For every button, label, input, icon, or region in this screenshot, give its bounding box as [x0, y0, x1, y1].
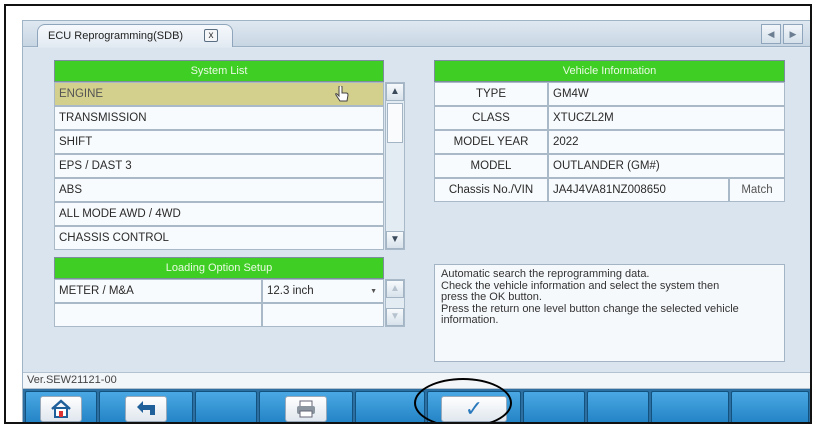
- next-tab-icon[interactable]: ▶: [783, 24, 803, 44]
- option-name-cell-empty: [54, 303, 262, 327]
- chevron-down-icon: ▼: [370, 288, 377, 295]
- app-screen: ECU Reprogramming(SDB) x ◀ ▶ System List…: [22, 20, 810, 422]
- vehicle-value-model: OUTLANDER (GM#): [548, 154, 785, 178]
- tab-label: ECU Reprogramming(SDB): [48, 30, 184, 42]
- loading-option-header: Loading Option Setup: [54, 257, 384, 279]
- close-icon[interactable]: x: [204, 29, 218, 42]
- return-button[interactable]: [99, 391, 193, 422]
- vehicle-info-header: Vehicle Information: [434, 60, 785, 82]
- scroll-thumb[interactable]: [387, 103, 403, 143]
- return-icon: [125, 396, 167, 422]
- system-item-awd-4wd[interactable]: ALL MODE AWD / 4WD: [54, 202, 384, 226]
- status-bar: Ver.SEW21121-00: [23, 372, 810, 389]
- toolbar-button-blank-3[interactable]: [523, 391, 585, 422]
- vehicle-label-vin: Chassis No./VIN: [434, 178, 548, 202]
- vehicle-value-class: XTUCZL2M: [548, 106, 785, 130]
- option-name-cell: METER / M&A: [54, 279, 262, 303]
- print-button[interactable]: [259, 391, 353, 422]
- checkmark-icon: ✓: [441, 396, 507, 422]
- scroll-up-icon[interactable]: ▲: [386, 83, 404, 101]
- scroll-up-icon[interactable]: ▲: [386, 280, 404, 298]
- home-icon: [40, 396, 82, 422]
- system-list-scrollbar[interactable]: ▲ ▼: [385, 82, 405, 250]
- vehicle-value-vin: JA4J4VA81NZ008650: [548, 178, 729, 202]
- system-list-header: System List: [54, 60, 384, 82]
- hand-cursor-icon: [335, 86, 349, 102]
- bottom-toolbar: ✓: [23, 389, 810, 422]
- home-button[interactable]: [25, 391, 97, 422]
- toolbar-button-blank-4[interactable]: [587, 391, 649, 422]
- vehicle-label-model: MODEL: [434, 154, 548, 178]
- option-value-select[interactable]: 12.3 inch ▼: [262, 279, 384, 303]
- vehicle-value-type: GM4W: [548, 82, 785, 106]
- tab-ecu-reprogramming[interactable]: ECU Reprogramming(SDB) x: [37, 24, 233, 47]
- prev-tab-icon[interactable]: ◀: [761, 24, 781, 44]
- toolbar-button-blank-6[interactable]: [731, 391, 809, 422]
- vehicle-label-type: TYPE: [434, 82, 548, 106]
- scroll-down-icon[interactable]: ▼: [386, 308, 404, 326]
- toolbar-button-blank-5[interactable]: [651, 391, 729, 422]
- option-value: 12.3 inch: [267, 285, 314, 297]
- system-item-chassis-control[interactable]: CHASSIS CONTROL: [54, 226, 384, 250]
- checkmark-glyph: ✓: [464, 396, 484, 421]
- system-item-eps-dast3[interactable]: EPS / DAST 3: [54, 154, 384, 178]
- system-item-transmission[interactable]: TRANSMISSION: [54, 106, 384, 130]
- option-value-cell-empty: [262, 303, 384, 327]
- instruction-message: Automatic search the reprogramming data.…: [434, 264, 785, 362]
- option-scrollbar[interactable]: ▲ ▼: [385, 279, 405, 327]
- instruction-text: Automatic search the reprogramming data.…: [441, 268, 739, 326]
- system-item-shift[interactable]: SHIFT: [54, 130, 384, 154]
- system-item-abs[interactable]: ABS: [54, 178, 384, 202]
- toolbar-button-blank-2[interactable]: [355, 391, 425, 422]
- vehicle-label-class: CLASS: [434, 106, 548, 130]
- scroll-down-icon[interactable]: ▼: [386, 231, 404, 249]
- version-label: Ver.SEW21121-00: [27, 374, 117, 386]
- vehicle-value-model-year: 2022: [548, 130, 785, 154]
- tab-strip: ECU Reprogramming(SDB) x ◀ ▶: [23, 21, 810, 47]
- ok-button[interactable]: ✓: [427, 391, 521, 422]
- screenshot-frame: ECU Reprogramming(SDB) x ◀ ▶ System List…: [4, 4, 812, 424]
- toolbar-button-blank-1[interactable]: [195, 391, 257, 422]
- main-content: System List ENGINE TRANSMISSION SHIFT EP…: [23, 48, 810, 372]
- printer-icon: [285, 396, 327, 422]
- vehicle-label-model-year: MODEL YEAR: [434, 130, 548, 154]
- vin-match-indicator: Match: [729, 178, 785, 202]
